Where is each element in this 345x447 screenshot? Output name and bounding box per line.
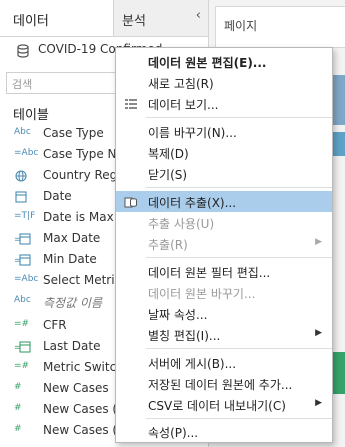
menu-separator (146, 187, 332, 188)
menu-item-label: 데이터 추출(X)... (148, 196, 237, 210)
table-grid-icon (125, 99, 137, 109)
submenu-arrow-icon: ▶ (315, 398, 322, 408)
menu-item-label: 속성(P)... (148, 426, 199, 440)
field-name: Min Date (43, 252, 97, 266)
menu-item-duplicate[interactable]: 복제(D) (116, 142, 332, 163)
pages-shelf[interactable]: 페이지 (215, 6, 345, 48)
field-name: New Cases (43, 381, 109, 395)
menu-item-label: 저장된 데이터 원본에 추가... (148, 378, 293, 392)
submenu-arrow-icon: ▶ (315, 328, 322, 338)
menu-item-export-csv[interactable]: CSV로 데이터 내보내기(C) ▶ (116, 394, 332, 415)
menu-item-label: CSV로 데이터 내보내기(C) (148, 399, 286, 413)
string-icon: Abc (14, 127, 31, 137)
calculated-string-icon: =Abc (14, 148, 39, 158)
field-name: CFR (43, 318, 67, 332)
field-name: Case Type (43, 126, 104, 140)
calculated-date-icon: = (14, 341, 31, 353)
collapse-chevron-icon[interactable]: ‹ (196, 8, 201, 23)
menu-item-label: 복제(D) (148, 147, 189, 161)
shelf-pill[interactable] (331, 75, 345, 125)
menu-item-add-saved-datasource[interactable]: 저장된 데이터 원본에 추가... (116, 373, 332, 394)
calculated-string-icon: =Abc (14, 274, 39, 284)
menu-separator (146, 348, 332, 349)
tab-data-label: 데이터 (13, 14, 49, 29)
globe-icon (15, 170, 27, 182)
menu-item-label: 별칭 편집(I)... (148, 329, 221, 343)
menu-item-label: 닫기(S) (148, 168, 188, 182)
menu-item-label: 데이터 보기... (148, 98, 219, 112)
menu-item-label: 새로 고침(R) (148, 77, 214, 91)
number-icon: # (14, 403, 22, 413)
menu-item-edit-datasource[interactable]: 데이터 원본 편집(E)... (116, 51, 332, 72)
field-name: Max Date (43, 231, 101, 245)
pane-tabs: 데이터 분석 ‹ (0, 0, 209, 37)
menu-item-date-properties[interactable]: 날짜 속성... (116, 303, 332, 324)
menu-separator (146, 117, 332, 118)
menu-item-publish-server[interactable]: 서버에 게시(B)... (116, 352, 332, 373)
menu-separator (146, 418, 332, 419)
menu-item-extract-submenu[interactable]: 추출(R) ▶ (116, 233, 332, 254)
field-name: Last Date (43, 339, 101, 353)
menu-item-label: 추출(R) (148, 238, 188, 252)
menu-item-extract-data[interactable]: 데이터 추출(X)... (116, 191, 332, 212)
menu-item-label: 데이터 원본 필터 편집... (148, 266, 271, 280)
menu-item-refresh[interactable]: 새로 고침(R) (116, 72, 332, 93)
shelf-pill[interactable] (331, 132, 345, 156)
field-name: Date (43, 189, 72, 203)
calculated-boolean-icon: =T|F (14, 211, 36, 221)
menu-item-close[interactable]: 닫기(S) (116, 163, 332, 184)
tab-analysis[interactable]: 분석 ‹ (113, 0, 209, 36)
measure-pill[interactable] (333, 352, 345, 394)
menu-item-label: 이름 바꾸기(N)... (148, 126, 237, 140)
menu-item-label: 데이터 원본 바꾸기... (148, 287, 256, 301)
pages-shelf-label: 페이지 (224, 19, 258, 33)
calculated-number-icon: =# (14, 319, 30, 329)
number-icon: # (14, 424, 22, 434)
context-menu: 데이터 원본 편집(E)... 새로 고침(R) 데이터 보기... 이름 바꾸… (115, 47, 333, 443)
search-placeholder: 검색 (12, 78, 33, 91)
menu-item-label: 날짜 속성... (148, 308, 208, 322)
tables-header: 테이블 (13, 108, 49, 123)
menu-item-label: 데이터 원본 편집(E)... (148, 56, 267, 70)
calendar-icon (15, 191, 27, 203)
menu-item-view-data[interactable]: 데이터 보기... (116, 93, 332, 114)
menu-item-use-extract[interactable]: 추출 사용(U) (116, 212, 332, 233)
menu-item-edit-aliases[interactable]: 별칭 편집(I)... ▶ (116, 324, 332, 345)
menu-item-replace-datasource[interactable]: 데이터 원본 바꾸기... (116, 282, 332, 303)
menu-separator (146, 257, 332, 258)
tab-analysis-label: 분석 (122, 14, 146, 29)
menu-item-properties[interactable]: 속성(P)... (116, 421, 332, 442)
field-name: Date is Max (43, 210, 114, 224)
calculated-date-icon: = (14, 254, 31, 266)
menu-item-rename[interactable]: 이름 바꾸기(N)... (116, 121, 332, 142)
calculated-date-icon: = (14, 233, 31, 245)
submenu-arrow-icon: ▶ (315, 237, 322, 247)
string-icon: Abc (14, 295, 31, 305)
field-name: Metric Switch (43, 360, 124, 374)
number-icon: # (14, 382, 22, 392)
extract-icon (124, 197, 137, 208)
menu-item-label: 서버에 게시(B)... (148, 357, 237, 371)
tab-data[interactable]: 데이터 (0, 0, 112, 36)
calculated-number-icon: =# (14, 361, 30, 371)
database-icon (17, 44, 29, 58)
field-name: Select Metric (43, 273, 122, 287)
menu-item-edit-filters[interactable]: 데이터 원본 필터 편집... (116, 261, 332, 282)
field-name: 측정값 이름 (43, 296, 103, 310)
menu-item-label: 추출 사용(U) (148, 217, 215, 231)
